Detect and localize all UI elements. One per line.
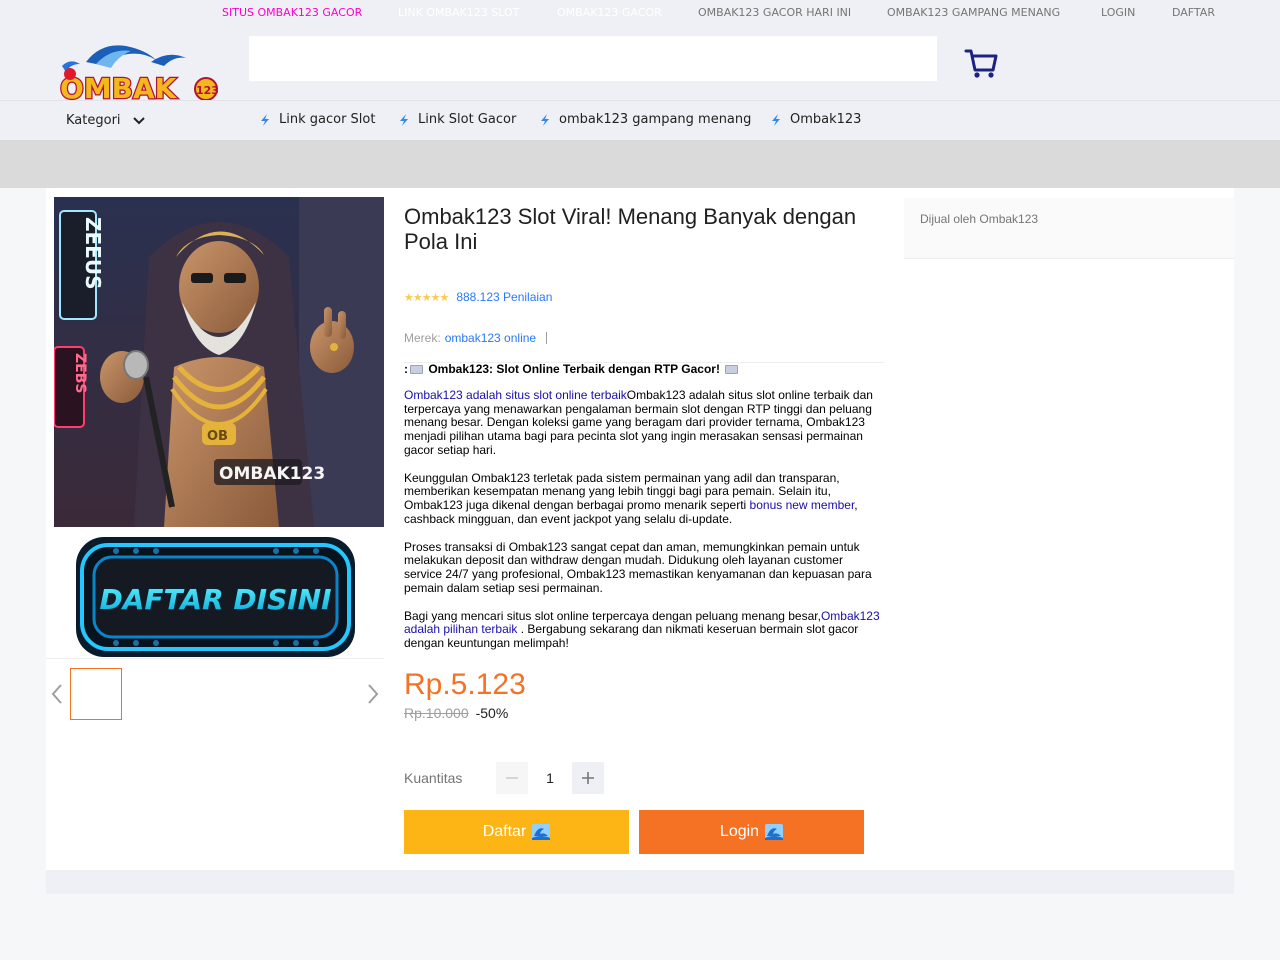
product-description: : Ombak123: Slot Online Terbaik dengan R… <box>404 362 884 665</box>
slot-machine-icon <box>410 365 423 375</box>
site-header: OMBAK 123 <box>0 26 1280 106</box>
slot-machine-icon <box>725 365 739 375</box>
description-paragraph-1: Ombak123 adalah situs slot online terbai… <box>404 387 873 457</box>
brand-divider <box>546 332 548 344</box>
product-price: Rp.5.123 <box>404 668 526 701</box>
topbar-link-situs-gacor[interactable]: SITUS OMBAK123 GACOR <box>222 6 362 19</box>
shopping-cart-icon[interactable] <box>962 46 1000 80</box>
product-rating: ★★★★★ 888.123 Penilaian <box>404 290 552 304</box>
kategori-label: Kategori <box>66 113 121 128</box>
svg-text:OB: OB <box>207 429 228 444</box>
quantity-label: Kuantitas <box>404 770 463 786</box>
seller-label: Dijual oleh Ombak123 <box>920 212 1039 226</box>
lightning-bolt-icon <box>400 113 408 126</box>
product-brand: Merek: ombak123 online <box>404 331 548 345</box>
quantity-stepper: Kuantitas 1 <box>404 762 604 794</box>
desc-link-bonus[interactable]: bonus new member <box>750 498 855 512</box>
category-nav: Kategori Link gacor Slot Link Slot Gacor… <box>0 100 1280 140</box>
nav-link-slot-gacor[interactable]: Link Slot Gacor <box>397 112 516 127</box>
svg-text:DAFTAR DISINI: DAFTAR DISINI <box>99 583 331 616</box>
topbar-link-login[interactable]: LOGIN <box>1101 6 1135 19</box>
brand-label: Merek: <box>404 331 441 345</box>
quantity-increase-button[interactable] <box>572 762 604 794</box>
nav-link-gampang-menang[interactable]: ombak123 gampang menang <box>538 112 751 127</box>
brand-link[interactable]: ombak123 online <box>445 331 536 345</box>
svg-text:OMBAK123: OMBAK123 <box>219 464 325 484</box>
product-title: Ombak123 Slot Viral! Menang Banyak denga… <box>404 204 857 254</box>
site-logo[interactable]: OMBAK 123 <box>56 40 230 106</box>
wave-icon <box>765 824 784 840</box>
promo-banner-strip <box>0 140 1280 188</box>
daftar-button[interactable]: Daftar <box>404 810 629 854</box>
footer-strip <box>46 870 1234 894</box>
product-main-image[interactable]: ZEEUS ZEBS OB OMBAK123 <box>54 197 384 527</box>
svg-text:OMBAK: OMBAK <box>60 72 178 100</box>
topbar-link-link-slot[interactable]: LINK OMBAK123 SLOT <box>398 6 519 19</box>
nav-link-gacor-slot[interactable]: Link gacor Slot <box>258 112 375 127</box>
top-bar: SITUS OMBAK123 GACOR LINK OMBAK123 SLOT … <box>0 0 1280 26</box>
description-paragraph-3: Proses transaksi di Ombak123 sangat cepa… <box>404 539 872 595</box>
topbar-link-gacor-hari-ini[interactable]: OMBAK123 GACOR HARI INI <box>698 6 851 19</box>
discount-badge: -50% <box>475 705 509 721</box>
desc-link-situs-terbaik[interactable]: Ombak123 adalah situs slot online terbai… <box>404 388 627 402</box>
chevron-down-icon <box>132 116 145 124</box>
original-price-row: Rp.10.000 -50% <box>404 705 508 721</box>
rating-count-link[interactable]: 888.123 Penilaian <box>456 290 552 304</box>
chevron-right-icon[interactable] <box>366 683 380 705</box>
rating-stars-icon: ★★★★★ <box>404 291 449 304</box>
plus-icon <box>582 772 594 784</box>
original-price: Rp.10.000 <box>404 705 469 721</box>
topbar-link-gampang-menang[interactable]: OMBAK123 GAMPANG MENANG <box>887 6 1060 19</box>
svg-text:ZEBS: ZEBS <box>72 353 88 393</box>
description-paragraph-2: Keunggulan Ombak123 terletak pada sistem… <box>404 470 858 526</box>
daftar-disini-banner[interactable]: DAFTAR DISINI <box>76 537 355 657</box>
svg-text:123: 123 <box>196 84 219 97</box>
thumbnail-strip <box>46 658 384 728</box>
minus-icon <box>506 777 518 779</box>
wave-icon <box>532 824 551 840</box>
chevron-left-icon[interactable] <box>50 683 64 705</box>
quantity-value[interactable]: 1 <box>528 770 572 786</box>
lightning-bolt-icon <box>541 113 549 126</box>
seller-panel: Dijual oleh Ombak123 <box>904 198 1234 259</box>
kategori-dropdown[interactable]: Kategori <box>66 113 145 128</box>
search-input[interactable] <box>249 36 937 81</box>
description-paragraph-4: Bagi yang mencari situs slot online terp… <box>404 608 880 651</box>
login-button[interactable]: Login <box>639 810 864 854</box>
nav-link-ombak123[interactable]: Ombak123 <box>769 112 861 127</box>
topbar-link-daftar[interactable]: DAFTAR <box>1172 6 1215 19</box>
thumbnail-item[interactable] <box>70 668 122 720</box>
product-card: ZEEUS ZEBS OB OMBAK123 DAFTAR DISINI Omb… <box>46 188 1234 870</box>
svg-text:ZEEUS: ZEEUS <box>81 217 105 289</box>
lightning-bolt-icon <box>261 113 269 126</box>
topbar-link-gacor[interactable]: OMBAK123 GACOR <box>557 6 662 19</box>
lightning-bolt-icon <box>772 113 780 126</box>
description-heading: : Ombak123: Slot Online Terbaik dengan R… <box>404 362 884 377</box>
quantity-decrease-button[interactable] <box>496 762 528 794</box>
